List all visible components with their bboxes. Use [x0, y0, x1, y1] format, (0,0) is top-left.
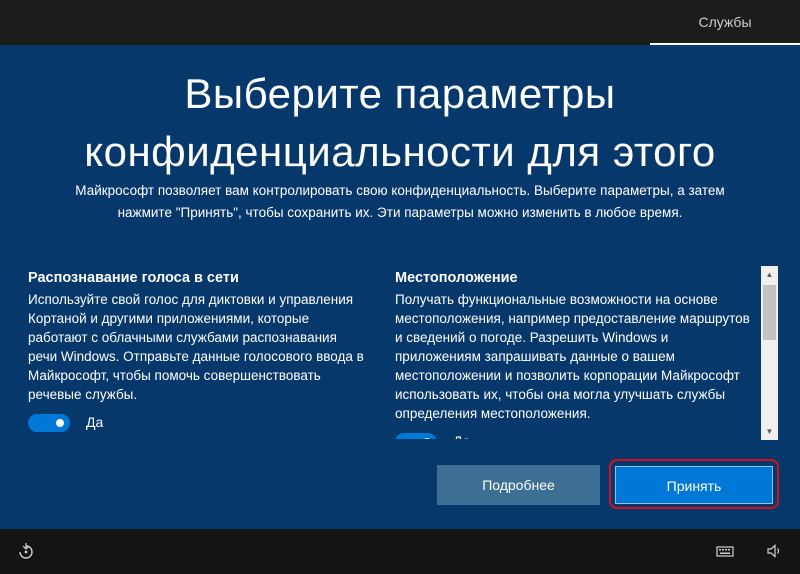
top-bar: Службы: [0, 0, 800, 45]
speech-toggle-label: Да: [86, 414, 104, 430]
setting-location-toggle-row: Да: [395, 429, 755, 439]
bottom-bar: [0, 529, 800, 574]
location-toggle[interactable]: [395, 433, 437, 439]
page-title-line-1: Выберите параметры: [184, 70, 616, 117]
page-title-line-2: конфиденциальности для этого: [84, 128, 716, 175]
page-subtitle: Майкрософт позволяет вам контролировать …: [40, 180, 760, 224]
scroll-down-arrow-icon[interactable]: ▼: [761, 423, 778, 440]
scrollbar-thumb[interactable]: [763, 285, 776, 340]
tab-services[interactable]: Службы: [650, 0, 800, 45]
setting-location-description: Получать функциональные возможности на о…: [395, 292, 750, 421]
setting-speech-description: Используйте свой голос для диктовки и уп…: [28, 292, 364, 402]
setting-location: Местоположение Получать функциональные в…: [395, 268, 755, 439]
accept-button[interactable]: Принять: [615, 466, 773, 504]
setting-speech-toggle-row: Да: [28, 410, 368, 440]
volume-icon[interactable]: [765, 541, 785, 561]
page-title: Выберите параметры конфиденциальности дл…: [0, 65, 800, 181]
speech-toggle[interactable]: [28, 414, 70, 432]
more-info-button[interactable]: Подробнее: [437, 465, 600, 505]
keyboard-icon[interactable]: [715, 541, 735, 561]
privacy-settings-panel: Выберите параметры конфиденциальности дл…: [0, 45, 800, 529]
toggle-knob: [56, 419, 64, 427]
setting-location-title: Местоположение: [395, 270, 518, 286]
setting-speech: Распознавание голоса в сети Используйте …: [28, 268, 368, 440]
page-subtitle-line-2: нажмите "Принять", чтобы сохранить их. Э…: [117, 205, 683, 220]
tab-services-label: Службы: [698, 14, 752, 30]
toggle-knob: [423, 438, 431, 439]
accessibility-icon[interactable]: [16, 541, 36, 561]
page-subtitle-line-1: Майкрософт позволяет вам контролировать …: [75, 183, 725, 198]
scroll-up-arrow-icon[interactable]: ▲: [761, 266, 778, 283]
setting-speech-title: Распознавание голоса в сети: [28, 270, 239, 286]
settings-scrollbar[interactable]: ▲ ▼: [761, 266, 778, 440]
location-toggle-label: Да: [453, 433, 470, 439]
